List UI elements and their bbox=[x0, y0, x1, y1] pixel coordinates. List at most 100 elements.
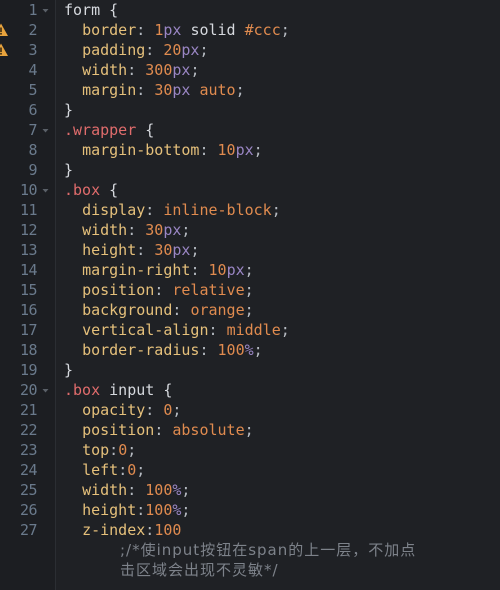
code-token: { bbox=[163, 381, 173, 399]
code-line[interactable]: border: 1px solid #ccc; bbox=[64, 20, 500, 40]
code-line[interactable]: vertical-align: middle; bbox=[64, 320, 500, 340]
fold-arrow-icon[interactable] bbox=[40, 186, 51, 195]
code-token: 10 bbox=[208, 261, 227, 279]
line-number: 24 bbox=[19, 461, 38, 479]
line-number: 14 bbox=[19, 261, 38, 279]
warning-triangle-icon[interactable] bbox=[0, 22, 9, 38]
code-token: : bbox=[145, 201, 164, 219]
gutter-row: 18 bbox=[0, 340, 55, 360]
code-token: left bbox=[82, 461, 119, 479]
code-token: px bbox=[226, 261, 245, 279]
line-number: 27 bbox=[19, 521, 38, 539]
code-line[interactable]: height:100%; bbox=[64, 500, 500, 520]
gutter-row: 14 bbox=[0, 260, 55, 280]
code-token: ; bbox=[271, 201, 281, 219]
fold-arrow-icon[interactable] bbox=[40, 126, 51, 135]
code-token: ; bbox=[190, 241, 200, 259]
line-number-column: 1 2 3 4 5 6 7 8 9 10 11 12 13 14 15 16 17 18 19 20 21 22 23 24 2… bbox=[0, 0, 55, 540]
warning-triangle-icon[interactable] bbox=[0, 42, 9, 58]
code-line[interactable]: padding: 20px; bbox=[64, 40, 500, 60]
code-token: width bbox=[82, 221, 128, 239]
code-token: px bbox=[163, 21, 182, 39]
gutter-row: 11 bbox=[0, 200, 55, 220]
code-content[interactable]: form { border: 1px solid #ccc; padding: … bbox=[56, 0, 500, 590]
code-line[interactable]: z-index:100 bbox=[64, 520, 500, 540]
code-line[interactable]: height: 30px; bbox=[64, 240, 500, 260]
code-token: ; bbox=[244, 301, 254, 319]
code-editor[interactable]: 1 2 3 4 5 6 7 8 9 10 11 12 13 14 15 16 17 18 19 20 21 22 23 24 2… bbox=[0, 0, 500, 590]
code-token: .box bbox=[64, 381, 101, 399]
gutter-row: 20 bbox=[0, 380, 55, 400]
code-line[interactable]: } bbox=[64, 360, 500, 380]
code-token: ; bbox=[253, 141, 263, 159]
code-line[interactable]: .wrapper { bbox=[64, 120, 500, 140]
code-token: ; bbox=[235, 81, 245, 99]
comment-wrapped-line[interactable]: ;/*使input按钮在span的上一层，不加点 bbox=[64, 540, 500, 560]
code-line[interactable]: .box input { bbox=[64, 380, 500, 400]
code-line[interactable]: margin-right: 10px; bbox=[64, 260, 500, 280]
code-line[interactable]: .box { bbox=[64, 180, 500, 200]
code-line[interactable]: width: 30px; bbox=[64, 220, 500, 240]
code-token: ; bbox=[172, 401, 182, 419]
code-token: { bbox=[109, 1, 119, 19]
line-number: 12 bbox=[19, 221, 38, 239]
code-token: : bbox=[154, 421, 173, 439]
code-token: z-index bbox=[82, 521, 146, 539]
code-token: relative bbox=[172, 281, 245, 299]
code-token: form bbox=[64, 1, 101, 19]
code-token: ; bbox=[199, 41, 209, 59]
code-token: absolute bbox=[172, 421, 245, 439]
gutter-row: 7 bbox=[0, 120, 55, 140]
code-line[interactable]: margin-bottom: 10px; bbox=[64, 140, 500, 160]
code-line[interactable]: display: inline-block; bbox=[64, 200, 500, 220]
code-line[interactable]: width: 100%; bbox=[64, 480, 500, 500]
comment-wrapped-line[interactable]: 击区域会出现不灵敏*/ bbox=[64, 560, 500, 580]
code-token: : bbox=[127, 221, 146, 239]
code-line[interactable]: position: absolute; bbox=[64, 420, 500, 440]
code-token: top bbox=[82, 441, 110, 459]
code-token: : bbox=[136, 81, 155, 99]
code-token: width bbox=[82, 481, 128, 499]
code-token: : bbox=[154, 281, 173, 299]
code-line[interactable]: border-radius: 100%; bbox=[64, 340, 500, 360]
gutter-row: 16 bbox=[0, 300, 55, 320]
code-line[interactable]: } bbox=[64, 160, 500, 180]
code-line[interactable]: left:0; bbox=[64, 460, 500, 480]
code-token: : bbox=[118, 461, 128, 479]
code-token: : bbox=[109, 441, 119, 459]
code-token: 100 bbox=[145, 481, 173, 499]
gutter-row: 1 bbox=[0, 0, 55, 20]
fold-arrow-icon[interactable] bbox=[40, 6, 51, 15]
code-line[interactable]: background: orange; bbox=[64, 300, 500, 320]
code-line[interactable]: width: 300px; bbox=[64, 60, 500, 80]
code-token: px bbox=[172, 61, 191, 79]
gutter-row: 23 bbox=[0, 440, 55, 460]
code-token: position bbox=[82, 281, 155, 299]
code-token: solid bbox=[190, 21, 236, 39]
code-token: vertical-align bbox=[82, 321, 209, 339]
code-line[interactable]: position: relative; bbox=[64, 280, 500, 300]
code-line[interactable]: margin: 30px auto; bbox=[64, 80, 500, 100]
code-token: } bbox=[64, 361, 74, 379]
line-number: 23 bbox=[19, 441, 38, 459]
code-token: ; bbox=[190, 61, 200, 79]
code-line[interactable]: } bbox=[64, 100, 500, 120]
fold-arrow-icon[interactable] bbox=[40, 386, 51, 395]
code-token: width bbox=[82, 61, 128, 79]
code-line[interactable]: top:0; bbox=[64, 440, 500, 460]
comment-text: ;/*使input按钮在span的上一层，不加点 bbox=[120, 541, 417, 559]
line-number: 15 bbox=[19, 281, 38, 299]
code-line[interactable]: form { bbox=[64, 0, 500, 20]
code-line[interactable]: opacity: 0; bbox=[64, 400, 500, 420]
